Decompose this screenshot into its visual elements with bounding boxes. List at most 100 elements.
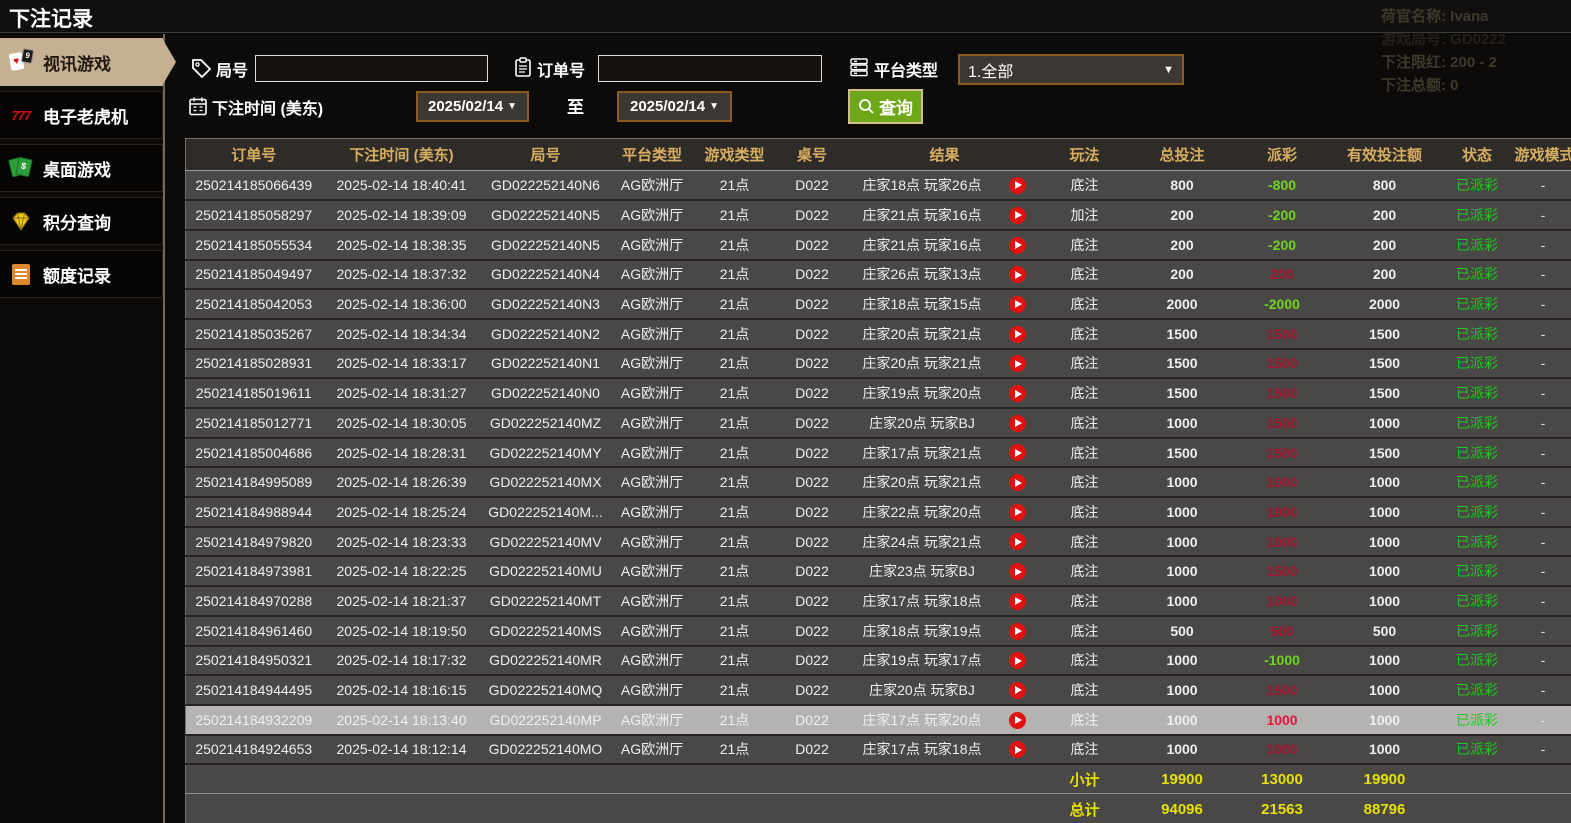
date-to-picker[interactable]: 2025/02/14 ▼ — [617, 91, 732, 122]
game-mode-cell: - — [1514, 200, 1571, 231]
play-video-button[interactable] — [1008, 474, 1026, 492]
game-mode-cell: - — [1514, 289, 1571, 320]
table-games-icon — [8, 155, 34, 181]
play-video-button[interactable] — [1008, 592, 1026, 610]
valid-bet-cell: 1500 — [1329, 318, 1440, 350]
platform-cell: AG欧洲厅 — [609, 526, 695, 558]
game-mode-cell: - — [1514, 675, 1571, 706]
record-row[interactable]: 250214185019611 2025-02-14 18:31:27 GD0222… — [185, 378, 1571, 409]
record-row[interactable]: 250214184932209 2025-02-14 18:13:40 GD0222… — [185, 704, 1571, 736]
sidebar-item-slots[interactable]: 777 电子老虎机 — [0, 91, 163, 139]
play-cell — [994, 615, 1040, 647]
col-game-mode: 游戏模式 — [1514, 138, 1571, 171]
platform-cell: AG欧洲厅 — [609, 615, 695, 647]
record-row[interactable]: 250214185004686 2025-02-14 18:28:31 GD0222… — [185, 437, 1571, 469]
order-id-input[interactable] — [598, 55, 822, 82]
table-no-cell: D022 — [774, 615, 850, 647]
betting-records-overlay: 下注记录 荷官名称: Ivana 游戏局号: GD0222 下注限红: 200 … — [0, 0, 1571, 823]
play-video-button[interactable] — [1008, 325, 1026, 343]
play-cell — [994, 259, 1040, 291]
record-row[interactable]: 250214184970288 2025-02-14 18:21:37 GD0222… — [185, 586, 1571, 617]
play-video-button[interactable] — [1008, 503, 1026, 521]
sidebar-item-table-games[interactable]: 桌面游戏 — [0, 144, 163, 192]
payout-cell: 200 — [1234, 259, 1330, 291]
payout-cell: 1500 — [1234, 408, 1330, 439]
table-no-cell: D022 — [774, 289, 850, 320]
record-row[interactable]: 250214185049497 2025-02-14 18:37:32 GD0222… — [185, 259, 1571, 291]
record-row[interactable]: 250214184924653 2025-02-14 18:12:14 GD0222… — [185, 734, 1571, 766]
platform-type-label: 平台类型 — [874, 63, 939, 80]
play-video-button[interactable] — [1008, 652, 1026, 670]
record-row[interactable]: 250214185055534 2025-02-14 18:38:35 GD0222… — [185, 229, 1571, 261]
record-row[interactable]: 250214184979820 2025-02-14 18:23:33 GD0222… — [185, 526, 1571, 558]
search-icon — [859, 99, 874, 114]
game-mode-cell: - — [1514, 734, 1571, 766]
play-video-button[interactable] — [1008, 295, 1026, 313]
play-video-button[interactable] — [1008, 622, 1026, 640]
platform-cell: AG欧洲厅 — [609, 467, 695, 499]
bet-time-cell: 2025-02-14 18:38:35 — [321, 229, 482, 261]
sidebar-item-points-query[interactable]: 积分查询 — [0, 197, 163, 245]
total-bet-cell: 1500 — [1129, 437, 1235, 469]
search-button-label: 查询 — [879, 99, 913, 118]
play-video-button[interactable] — [1008, 414, 1026, 432]
play-video-button[interactable] — [1008, 681, 1026, 699]
platform-cell: AG欧洲厅 — [609, 645, 695, 677]
play-video-button[interactable] — [1008, 355, 1026, 373]
record-row[interactable]: 250214184950321 2025-02-14 18:17:32 GD0222… — [185, 645, 1571, 677]
play-video-button[interactable] — [1008, 176, 1026, 194]
record-row[interactable]: 250214184944495 2025-02-14 18:16:15 GD0222… — [185, 675, 1571, 706]
sidebar-item-credit-records[interactable]: 额度记录 — [0, 250, 163, 298]
play-video-button[interactable] — [1008, 236, 1026, 254]
platform-cell: AG欧洲厅 — [609, 170, 695, 202]
sidebar-item-video-games[interactable]: ♥ 9 视讯游戏 — [0, 38, 176, 86]
play-type-cell: 底注 — [1039, 615, 1130, 647]
round-id-input[interactable] — [255, 55, 488, 82]
result-cell: 庄家17点 玩家20点 — [849, 704, 995, 736]
search-button[interactable]: 查询 — [848, 89, 923, 124]
record-row[interactable]: 250214185012771 2025-02-14 18:30:05 GD0222… — [185, 408, 1571, 439]
record-row[interactable]: 250214184973981 2025-02-14 18:22:25 GD0222… — [185, 556, 1571, 588]
payout-cell: 1000 — [1234, 497, 1330, 528]
credit-document-icon — [8, 261, 34, 287]
status-cell: 已派彩 — [1439, 378, 1515, 409]
play-video-button[interactable] — [1008, 741, 1026, 759]
round-id-cell: GD022252140N0 — [481, 378, 610, 409]
table-no-cell: D022 — [774, 556, 850, 588]
play-video-button[interactable] — [1008, 444, 1026, 462]
col-table-no: 桌号 — [774, 138, 850, 171]
platform-cell: AG欧洲厅 — [609, 437, 695, 469]
play-video-button[interactable] — [1008, 533, 1026, 551]
table-no-cell: D022 — [774, 675, 850, 706]
total-bet-cell: 1000 — [1129, 586, 1235, 617]
record-row[interactable]: 250214185042053 2025-02-14 18:36:00 GD0222… — [185, 289, 1571, 320]
total-bet-cell: 1000 — [1129, 704, 1235, 736]
record-row[interactable]: 250214184995089 2025-02-14 18:26:39 GD0222… — [185, 467, 1571, 499]
play-video-button[interactable] — [1008, 563, 1026, 581]
platform-cell: AG欧洲厅 — [609, 556, 695, 588]
game-type-cell: 21点 — [694, 289, 775, 320]
platform-cell: AG欧洲厅 — [609, 675, 695, 706]
play-video-button[interactable] — [1008, 206, 1026, 224]
date-from-picker[interactable]: 2025/02/14 ▼ — [416, 91, 529, 122]
record-row[interactable]: 250214184961460 2025-02-14 18:19:50 GD0222… — [185, 615, 1571, 647]
subtotal-label: 小计 — [1039, 763, 1130, 794]
bet-time-cell: 2025-02-14 18:30:05 — [321, 408, 482, 439]
play-video-button[interactable] — [1008, 711, 1026, 729]
record-row[interactable]: 250214185058297 2025-02-14 18:39:09 GD0222… — [185, 200, 1571, 231]
play-video-button[interactable] — [1008, 266, 1026, 284]
payout-cell: 1500 — [1234, 318, 1330, 350]
record-row[interactable]: 250214184988944 2025-02-14 18:25:24 GD0222… — [185, 497, 1571, 528]
play-video-button[interactable] — [1008, 385, 1026, 403]
record-row[interactable]: 250214185035267 2025-02-14 18:34:34 GD0222… — [185, 318, 1571, 350]
platform-type-select[interactable]: 1.全部 ▼ — [958, 54, 1184, 85]
record-row[interactable]: 250214185028931 2025-02-14 18:33:17 GD0222… — [185, 348, 1571, 380]
order-id-cell: 250214184944495 — [185, 675, 322, 706]
result-cell: 庄家26点 玩家13点 — [849, 259, 995, 291]
round-id-cell: GD022252140N5 — [481, 200, 610, 231]
table-no-cell: D022 — [774, 378, 850, 409]
game-type-cell: 21点 — [694, 408, 775, 439]
payout-cell: 1000 — [1234, 734, 1330, 766]
total-bet-cell: 1500 — [1129, 318, 1235, 350]
record-row[interactable]: 250214185066439 2025-02-14 18:40:41 GD0222… — [185, 170, 1571, 202]
